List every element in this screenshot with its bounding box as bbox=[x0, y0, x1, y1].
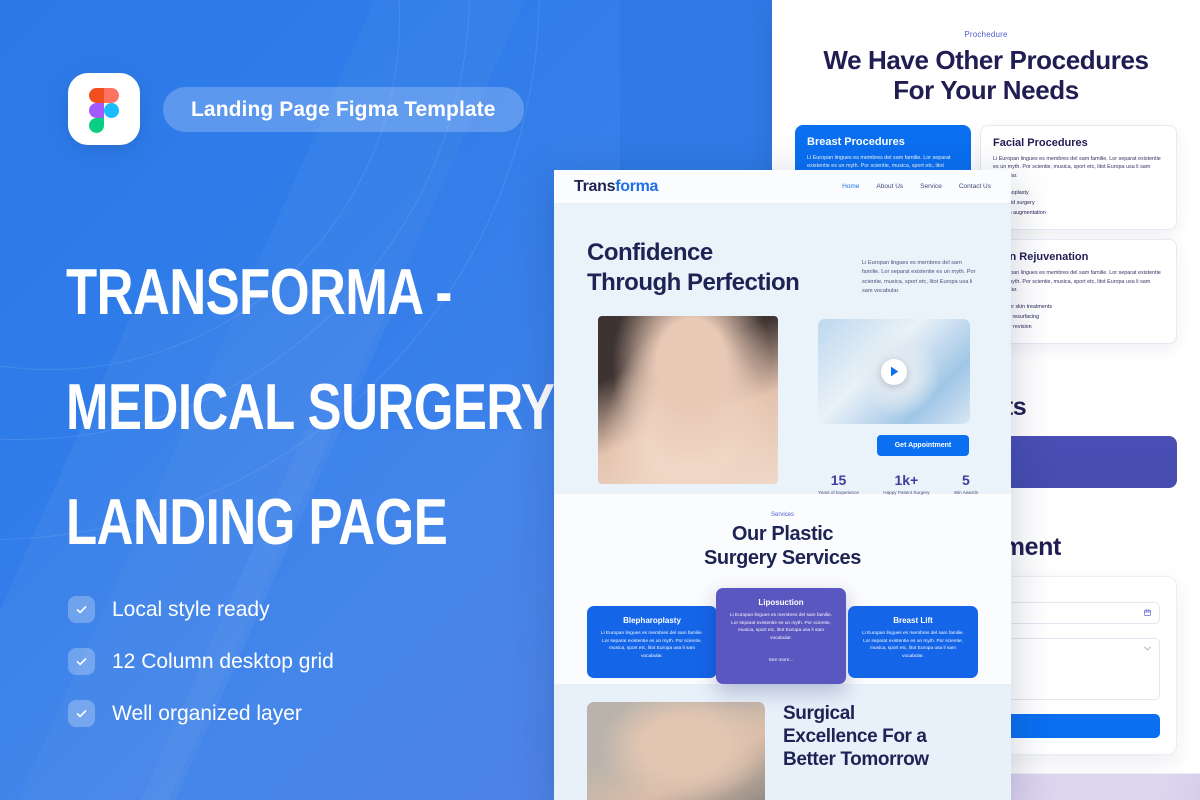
navbar: Transforma Home About Us Service Contact… bbox=[554, 170, 1011, 204]
excellence-title: Surgical Excellence For a Better Tomorro… bbox=[783, 702, 963, 800]
stat-label: Years of Experience bbox=[818, 490, 859, 495]
services-title: Our Plastic Surgery Services bbox=[554, 522, 1011, 570]
procedure-card-body: Li Europan lingues es membres del sam fa… bbox=[993, 156, 1161, 179]
nav-link-home[interactable]: Home bbox=[842, 183, 859, 190]
stat-label: Win Awards bbox=[953, 490, 978, 495]
site-logo[interactable]: Transforma bbox=[574, 178, 658, 196]
nav-link-contact-us[interactable]: Contact Us bbox=[959, 183, 991, 190]
mockup-stack: Prochedure We Have Other Procedures For … bbox=[0, 0, 1200, 800]
excellence-section: Surgical Excellence For a Better Tomorro… bbox=[554, 684, 1011, 800]
stat-item: 15 Years of Experience bbox=[818, 472, 859, 495]
hero-image-patient bbox=[598, 316, 778, 484]
procedures-title-line-1: We Have Other Procedures bbox=[823, 45, 1149, 75]
procedures-title-line-2: For Your Needs bbox=[893, 75, 1079, 105]
service-card-grid: Blepharoplasty Li Europan lingues es mem… bbox=[554, 588, 1011, 684]
hero-paragraph: Li Europan lingues es membres del sam fa… bbox=[862, 260, 976, 295]
service-card-liposuction[interactable]: Liposuction Li Europan lingues es membre… bbox=[716, 588, 846, 684]
stat-label: Happy Patient Surgery bbox=[883, 490, 930, 495]
procedure-card-title: Breast Procedures bbox=[807, 136, 905, 148]
service-card-body: Li Europan lingues es membres del sam fa… bbox=[600, 631, 704, 659]
hero-section: Confidence Through Perfection Li Europan… bbox=[554, 204, 1011, 495]
nav-link-service[interactable]: Service bbox=[920, 183, 942, 190]
see-more-link[interactable]: See more... bbox=[727, 658, 835, 663]
list-item: Eyelid surgery bbox=[993, 198, 1164, 208]
excellence-image bbox=[587, 702, 765, 800]
nav-links: Home About Us Service Contact Us bbox=[842, 183, 991, 190]
hero-title-line-2: Through Perfection bbox=[587, 269, 800, 296]
excellence-title-line-2: Excellence For a bbox=[783, 726, 927, 747]
services-section: Services Our Plastic Surgery Services Bl… bbox=[554, 494, 1011, 684]
services-title-line-1: Our Plastic bbox=[731, 523, 834, 545]
logo-text-accent: forma bbox=[615, 177, 659, 195]
list-item: Rhinoplasty bbox=[993, 188, 1164, 198]
procedure-card-list: Laser skin treatments Skin resurfacing S… bbox=[993, 302, 1164, 332]
service-card-title: Liposuction bbox=[758, 598, 804, 607]
list-item: Skin resurfacing bbox=[993, 312, 1164, 322]
procedure-card-title: Skin Rejuvenation bbox=[993, 251, 1089, 264]
service-card-title: Breast Lift bbox=[893, 616, 933, 625]
list-item: Laser skin treatments bbox=[993, 302, 1164, 312]
nav-link-about-us[interactable]: About Us bbox=[876, 183, 903, 190]
list-item: Chin augmentation bbox=[993, 208, 1164, 218]
service-card-body: Li Europan lingues es membres del sam fa… bbox=[861, 631, 965, 659]
procedures-eyebrow: Prochedure bbox=[964, 30, 1008, 39]
stat-number: 15 bbox=[830, 472, 847, 488]
get-appointment-button[interactable]: Get Appointment bbox=[877, 435, 969, 456]
service-card-title: Blepharoplasty bbox=[623, 616, 681, 625]
stat-number: 1k+ bbox=[894, 472, 919, 488]
mockup-landing-page: Transforma Home About Us Service Contact… bbox=[554, 170, 1011, 800]
procedure-card-title: Facial Procedures bbox=[993, 137, 1088, 149]
procedure-card-body: Li Europan lingues es membres del sam fa… bbox=[993, 270, 1161, 293]
logo-text-dark: Trans bbox=[574, 177, 616, 195]
services-title-line-2: Surgery Services bbox=[703, 547, 862, 569]
hero-title-line-1: Confidence bbox=[587, 239, 713, 266]
chevron-down-icon[interactable] bbox=[1144, 646, 1151, 653]
stat-item: 1k+ Happy Patient Surgery bbox=[883, 472, 929, 495]
list-item: Scar revision bbox=[993, 322, 1164, 332]
excellence-title-line-3: Better Tomorrow bbox=[783, 749, 929, 770]
procedures-title: We Have Other Procedures For Your Needs bbox=[772, 45, 1200, 105]
excellence-title-line-1: Surgical bbox=[783, 703, 855, 724]
stat-number: 5 bbox=[962, 472, 970, 488]
service-card-body: Li Europan lingues es membres del sam fa… bbox=[729, 613, 833, 641]
procedure-card-list: Rhinoplasty Eyelid surgery Chin augmenta… bbox=[993, 188, 1164, 218]
play-icon[interactable] bbox=[881, 358, 907, 385]
hero-stats: 15 Years of Experience 1k+ Happy Patient… bbox=[818, 472, 978, 495]
calendar-icon[interactable] bbox=[1144, 609, 1151, 618]
service-card-blepharoplasty[interactable]: Blepharoplasty Li Europan lingues es mem… bbox=[587, 606, 717, 678]
hero-video-thumbnail[interactable] bbox=[818, 319, 970, 424]
service-card-breast-lift[interactable]: Breast Lift Li Europan lingues es membre… bbox=[848, 606, 978, 678]
services-eyebrow: Services bbox=[770, 512, 794, 518]
hero-title: Confidence Through Perfection bbox=[587, 238, 887, 298]
stat-item: 5 Win Awards bbox=[954, 472, 978, 495]
